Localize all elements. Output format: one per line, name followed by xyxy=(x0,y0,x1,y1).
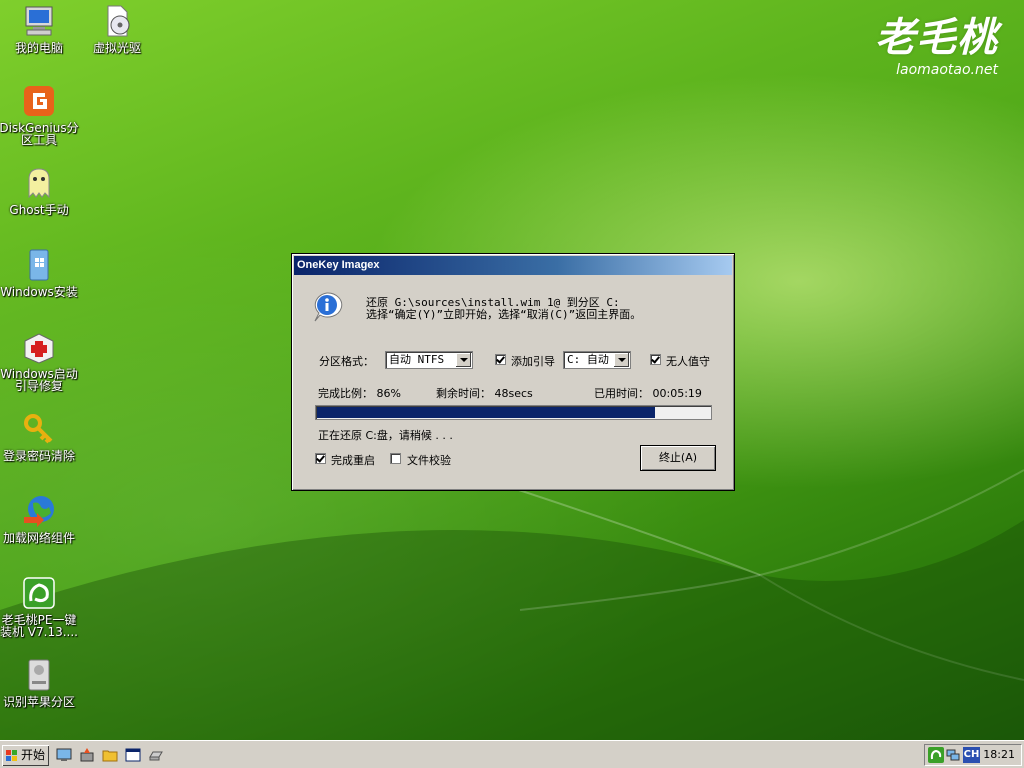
icon-label: 加载网络组件 xyxy=(2,531,75,545)
windows-install-icon xyxy=(29,249,49,281)
icon-label: 识别苹果分区 xyxy=(2,695,75,709)
progress-bar xyxy=(315,405,712,420)
quicklaunch-drive-icon[interactable] xyxy=(148,747,164,763)
quicklaunch-folder-icon[interactable] xyxy=(102,747,118,763)
desktop-icon-diskgenius[interactable]: DiskGenius分区工具 xyxy=(0,83,81,146)
boot-checkbox[interactable] xyxy=(495,354,506,365)
quicklaunch-desktop-icon[interactable] xyxy=(56,747,72,763)
verify-label: 文件校验 xyxy=(407,454,451,467)
desktop-icon-password-clear[interactable]: 登录密码清除 xyxy=(0,411,81,462)
format-select-value: 自动 NTFS xyxy=(389,353,445,366)
progress-fill xyxy=(317,407,655,418)
tray-network-icon[interactable] xyxy=(946,748,960,762)
desktop-icon-boot-repair[interactable]: Windows启动引导修复 xyxy=(0,329,81,392)
pe-install-icon xyxy=(23,577,55,609)
desktop-icon-windows-install[interactable]: Windows安装 xyxy=(0,247,81,298)
desktop-icon-apple-partition[interactable]: 识别苹果分区 xyxy=(0,657,81,708)
virtual-drive-icon xyxy=(107,5,130,37)
logo-url: laomaotao.net xyxy=(896,62,998,78)
clock[interactable]: 18:21 xyxy=(983,748,1015,761)
network-globe-icon xyxy=(24,496,54,527)
dialog-title[interactable]: OneKey Imagex xyxy=(294,256,732,275)
onekey-imagex-dialog: OneKey Imagex 还原 G:\sources\install.wim … xyxy=(291,253,735,491)
unattended-label: 无人值守 xyxy=(666,355,710,368)
reboot-label: 完成重启 xyxy=(331,454,375,467)
status-text: 正在还原 C:盘，请稍候 . . . xyxy=(318,429,453,442)
apple-partition-icon xyxy=(28,659,50,691)
chevron-down-icon xyxy=(456,353,471,367)
tray-pe-icon[interactable] xyxy=(928,747,944,763)
unattended-checkbox[interactable] xyxy=(650,354,661,365)
verify-checkbox[interactable] xyxy=(390,453,401,464)
desktop-icon-virtual-drive[interactable]: 虚拟光驱 xyxy=(75,3,159,54)
desktop-icon-ghost[interactable]: Ghost手动 xyxy=(0,165,81,216)
ghost-icon xyxy=(28,168,50,199)
icon-label: 老毛桃PE一键装机 V7.13.... xyxy=(0,613,78,639)
format-select[interactable]: 自动 NTFS xyxy=(385,351,473,369)
start-label: 开始 xyxy=(21,748,46,762)
message-line-2: 选择“确定(Y)”立即开始，选择“取消(C)”返回主界面。 xyxy=(366,308,642,321)
chevron-down-icon xyxy=(614,353,629,367)
key-icon xyxy=(24,414,53,444)
desktop-icon-network[interactable]: 加载网络组件 xyxy=(0,493,81,544)
icon-label: DiskGenius分区工具 xyxy=(0,121,79,147)
desktop-icon-my-computer[interactable]: 我的电脑 xyxy=(0,3,81,54)
icon-label: Windows安装 xyxy=(0,285,78,299)
logo-script: 老毛桃 xyxy=(875,14,998,61)
stop-button[interactable]: 终止(A) xyxy=(640,445,716,471)
windows-logo-icon xyxy=(6,750,17,761)
quicklaunch-tools-icon[interactable] xyxy=(79,747,95,763)
taskbar: 开始 CH 18:21 xyxy=(0,740,1024,768)
quicklaunch-window-icon[interactable] xyxy=(125,747,141,763)
diskgenius-icon xyxy=(24,86,54,116)
boot-repair-icon xyxy=(24,333,54,364)
desktop-icon-pe-install[interactable]: 老毛桃PE一键装机 V7.13.... xyxy=(0,575,81,638)
desktop: 我的电脑 虚拟光驱 DiskGenius分区工具 Ghost手动 Windows… xyxy=(0,0,1024,740)
boot-label: 添加引导 xyxy=(511,355,555,368)
icon-label: 我的电脑 xyxy=(14,41,63,55)
start-button[interactable]: 开始 xyxy=(2,745,49,766)
computer-icon xyxy=(25,6,53,36)
reboot-checkbox[interactable] xyxy=(315,453,326,464)
icon-label: Ghost手动 xyxy=(9,203,69,217)
info-icon xyxy=(314,292,343,322)
remaining-text: 剩余时间： 48secs xyxy=(436,387,533,400)
icon-label: 虚拟光驱 xyxy=(92,41,141,55)
icon-label: 登录密码清除 xyxy=(2,449,75,463)
icon-label: Windows启动引导修复 xyxy=(0,367,78,393)
boot-select[interactable]: C: 自动 xyxy=(563,351,631,369)
system-tray: CH 18:21 xyxy=(924,744,1022,766)
input-language-indicator[interactable]: CH xyxy=(963,747,980,763)
percent-text: 完成比例： 86% xyxy=(318,387,401,400)
elapsed-text: 已用时间： 00:05:19 xyxy=(594,387,702,400)
format-label: 分区格式： xyxy=(319,355,374,368)
boot-select-value: C: 自动 xyxy=(567,353,609,366)
brand-logo: 老毛桃 laomaotao.net xyxy=(875,14,998,79)
